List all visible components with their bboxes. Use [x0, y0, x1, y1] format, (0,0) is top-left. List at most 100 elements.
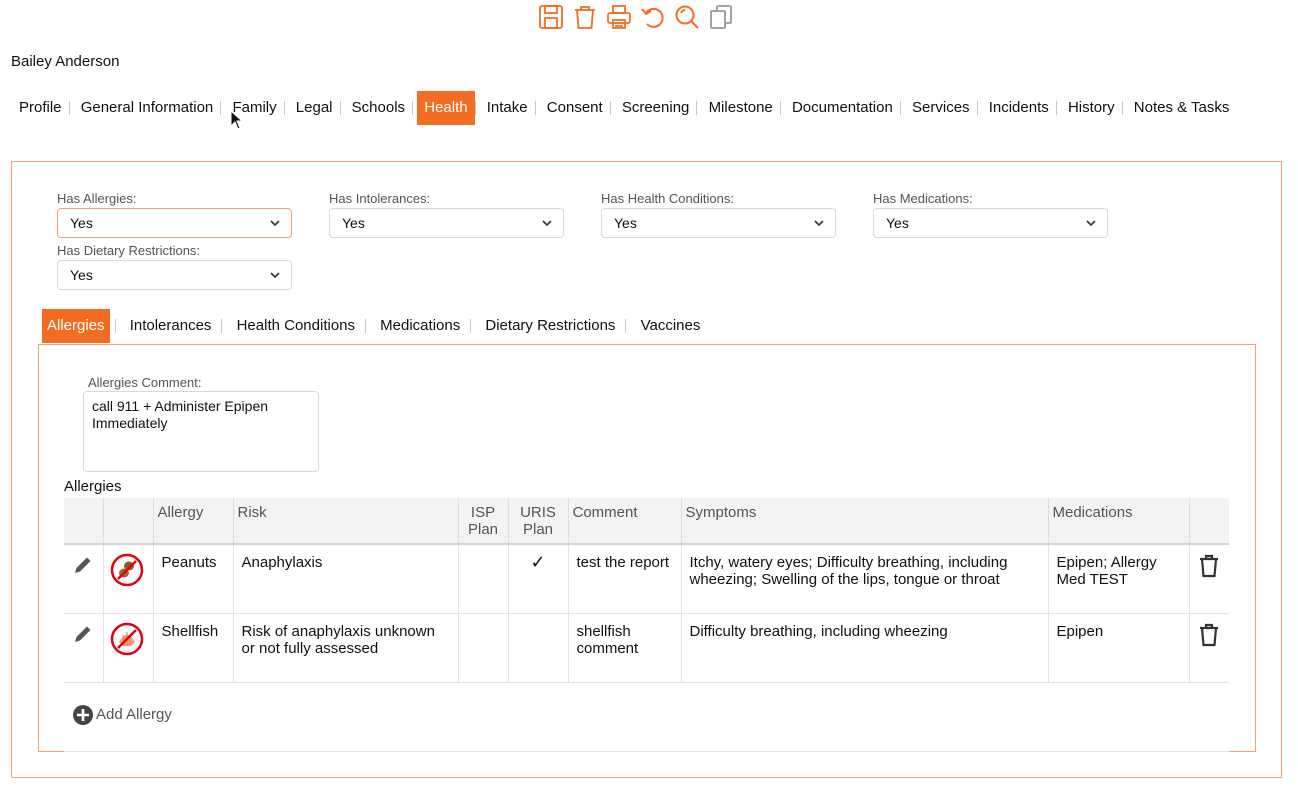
has-medications-select[interactable]: Yes: [873, 208, 1108, 238]
chevron-down-icon: [270, 220, 280, 227]
allergen-icon-cell: [103, 613, 154, 683]
trash-icon: [575, 6, 595, 29]
trash-icon[interactable]: [1198, 623, 1220, 647]
col-uris-plan[interactable]: URIS Plan: [508, 498, 569, 545]
chevron-down-icon: [270, 272, 280, 279]
print-button[interactable]: [603, 1, 635, 33]
tab-services[interactable]: Services: [905, 91, 977, 125]
search-icon: [675, 5, 699, 29]
health-sub-nav: Allergies Intolerances Health Conditions…: [42, 309, 705, 343]
col-risk[interactable]: Risk: [233, 498, 459, 545]
has-intolerances-field: Has Intolerances: Yes: [329, 191, 564, 238]
has-health-conditions-select[interactable]: Yes: [601, 208, 836, 238]
table-header-row: Allergy Risk ISP Plan URIS Plan Comment Sy…: [64, 498, 1229, 545]
edit-cell: [64, 613, 104, 683]
plus-circle-icon: [73, 704, 93, 725]
subtab-health-conditions[interactable]: Health Conditions: [232, 309, 360, 343]
shellfish-icon: [110, 622, 143, 655]
col-allergy[interactable]: Allergy: [153, 498, 234, 545]
col-isp-plan-line2: Plan: [467, 521, 499, 538]
tab-documentation[interactable]: Documentation: [785, 91, 900, 125]
has-intolerances-value: Yes: [342, 215, 365, 231]
save-button[interactable]: [535, 1, 567, 33]
allergy-symptoms: Difficulty breathing, including wheezing: [681, 613, 1049, 683]
undo-button[interactable]: [637, 1, 669, 33]
tab-schools[interactable]: Schools: [345, 91, 412, 125]
peanut-icon: [110, 553, 143, 587]
allergy-name: Shellfish: [153, 613, 234, 683]
allergies-table-heading: Allergies: [64, 478, 122, 495]
pencil-icon[interactable]: [72, 623, 94, 645]
delete-button[interactable]: [569, 1, 601, 33]
toolbar: [535, 0, 737, 34]
allergies-comment-textarea[interactable]: call 911 + Administer Epipen Immediately: [83, 391, 319, 472]
has-allergies-field: Has Allergies: Yes: [57, 191, 292, 238]
chevron-down-icon: [1086, 220, 1096, 227]
col-delete: [1189, 498, 1229, 545]
add-allergy-row: Add Allergy: [64, 682, 1229, 752]
col-isp-plan[interactable]: ISP Plan: [458, 498, 509, 545]
search-button[interactable]: [671, 1, 703, 33]
uris-plan-check: ✓: [508, 544, 569, 614]
subtab-medications[interactable]: Medications: [375, 309, 465, 343]
has-allergies-value: Yes: [70, 215, 93, 231]
isp-plan-cell: [458, 544, 509, 614]
tab-incidents[interactable]: Incidents: [982, 91, 1056, 125]
allergy-comment: test the report: [568, 544, 682, 614]
trash-icon[interactable]: [1198, 554, 1220, 578]
main-nav: Profile General Information Family Legal…: [12, 91, 1282, 125]
col-uris-plan-line2: Plan: [522, 521, 554, 538]
allergy-name: Peanuts: [153, 544, 234, 614]
allergy-medications: Epipen: [1048, 613, 1190, 683]
table-row: Shellfish Risk of anaphylaxis unknown or…: [64, 613, 1229, 683]
chevron-down-icon: [542, 220, 552, 227]
subtab-vaccines[interactable]: Vaccines: [636, 309, 706, 343]
tab-consent[interactable]: Consent: [540, 91, 610, 125]
allergies-table: Allergy Risk ISP Plan URIS Plan Comment Sy…: [64, 498, 1229, 752]
has-dietary-restrictions-field: Has Dietary Restrictions: Yes: [57, 243, 292, 290]
has-medications-field: Has Medications: Yes: [873, 191, 1108, 238]
has-intolerances-select[interactable]: Yes: [329, 208, 564, 238]
has-dietary-restrictions-value: Yes: [70, 267, 93, 283]
delete-cell: [1189, 544, 1229, 614]
isp-plan-cell: [458, 613, 509, 683]
col-comment[interactable]: Comment: [568, 498, 682, 545]
has-medications-value: Yes: [886, 215, 909, 231]
col-medications[interactable]: Medications: [1048, 498, 1190, 545]
subtab-dietary-restrictions[interactable]: Dietary Restrictions: [480, 309, 620, 343]
printer-icon: [607, 5, 631, 29]
tab-intake[interactable]: Intake: [480, 91, 535, 125]
subtab-allergies[interactable]: Allergies: [42, 309, 110, 343]
tab-notes-tasks[interactable]: Notes & Tasks: [1127, 91, 1237, 125]
pencil-icon[interactable]: [72, 554, 94, 576]
allergy-risk: Anaphylaxis: [233, 544, 459, 614]
mouse-cursor-icon: [230, 110, 244, 130]
add-allergy-button[interactable]: Add Allergy: [72, 704, 172, 726]
tab-milestone[interactable]: Milestone: [702, 91, 780, 125]
has-health-conditions-value: Yes: [614, 215, 637, 231]
has-medications-label: Has Medications:: [873, 191, 973, 206]
has-intolerances-label: Has Intolerances:: [329, 191, 431, 206]
tab-profile[interactable]: Profile: [12, 91, 69, 125]
allergy-symptoms: Itchy, watery eyes; Difficulty breathing…: [681, 544, 1049, 614]
tab-legal[interactable]: Legal: [289, 91, 340, 125]
has-allergies-select[interactable]: Yes: [57, 208, 292, 238]
table-row: Peanuts Anaphylaxis ✓ test the report It…: [64, 544, 1229, 614]
tab-general-information[interactable]: General Information: [74, 91, 221, 125]
copy-button[interactable]: [705, 1, 737, 33]
tab-history[interactable]: History: [1061, 91, 1122, 125]
subtab-intolerances[interactable]: Intolerances: [125, 309, 217, 343]
tab-health[interactable]: Health: [417, 91, 475, 125]
delete-cell: [1189, 613, 1229, 683]
uris-plan-cell: [508, 613, 569, 683]
student-name: Bailey Anderson: [11, 53, 120, 70]
has-dietary-restrictions-label: Has Dietary Restrictions:: [57, 243, 201, 258]
col-symptoms[interactable]: Symptoms: [681, 498, 1049, 545]
tab-screening[interactable]: Screening: [615, 91, 697, 125]
col-icon: [103, 498, 154, 545]
undo-icon: [641, 7, 664, 28]
allergies-comment-label: Allergies Comment:: [88, 375, 202, 390]
has-dietary-restrictions-select[interactable]: Yes: [57, 260, 292, 290]
allergy-risk: Risk of anaphylaxis unknown or not fully…: [233, 613, 459, 683]
allergy-medications: Epipen; Allergy Med TEST: [1048, 544, 1190, 614]
